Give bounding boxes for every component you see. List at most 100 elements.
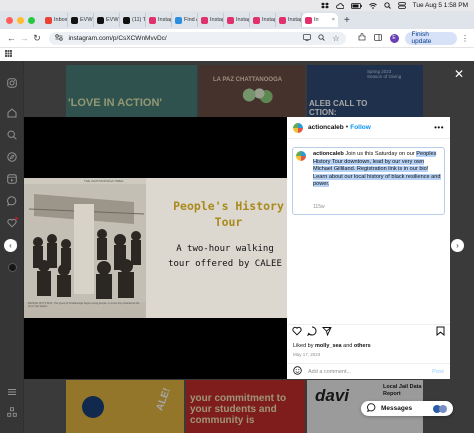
caption-plain-text: Join us this Saturday on our: [343, 151, 417, 157]
caption-author-avatar[interactable]: [296, 151, 306, 161]
browser-tab[interactable]: Find A: [172, 13, 198, 27]
browser-tab[interactable]: Instag: [276, 13, 302, 27]
cast-icon[interactable]: [303, 33, 312, 43]
x-icon: [123, 16, 130, 24]
tab-label: In: [314, 17, 319, 23]
finish-update-button[interactable]: Finish update: [404, 31, 458, 45]
browser-tab[interactable]: Instag: [250, 13, 276, 27]
close-window-button[interactable]: [6, 16, 13, 24]
bookmark-star-icon[interactable]: ☆: [332, 34, 339, 43]
share-icon[interactable]: [321, 326, 332, 338]
site-info-icon[interactable]: [55, 33, 64, 43]
next-post-button[interactable]: ›: [451, 239, 464, 252]
browser-tab[interactable]: Instag: [198, 13, 224, 27]
previous-post-button[interactable]: ‹: [4, 239, 17, 252]
browser-tab[interactable]: Instag: [146, 13, 172, 27]
browser-tab[interactable]: EVW: [68, 13, 94, 27]
forward-button[interactable]: →: [18, 32, 31, 45]
bookmarks-bar: [0, 48, 474, 61]
tab-label: (11) Tr: [132, 17, 146, 23]
comment-input[interactable]: Add a comment...: [308, 369, 351, 375]
message-avatars: [433, 404, 447, 413]
instagram-icon: [227, 16, 234, 24]
spotlight-search-icon[interactable]: [383, 2, 391, 9]
tab-label: Instag: [288, 17, 302, 23]
liked-prefix: Liked by: [293, 343, 316, 349]
save-bookmark-icon[interactable]: [436, 326, 445, 338]
zoom-window-button[interactable]: [28, 16, 35, 24]
browser-tab[interactable]: Instag: [224, 13, 250, 27]
caption-age: 115w: [313, 204, 325, 210]
emoji-icon[interactable]: [293, 366, 302, 377]
comment-composer: Add a comment... Post: [287, 363, 450, 379]
more-options-icon[interactable]: •••: [434, 123, 444, 132]
post-image: THE CHATTANOOGA TIMES PEOPLE ON TV BUS. …: [24, 178, 287, 318]
messenger-icon: [367, 403, 376, 414]
minimize-window-button[interactable]: [17, 16, 24, 24]
post-actions: [287, 324, 450, 338]
back-button[interactable]: ←: [5, 32, 18, 45]
extensions-icon[interactable]: [358, 33, 366, 43]
browser-tab[interactable]: Inbox: [42, 13, 68, 27]
close-tab-icon[interactable]: ×: [332, 17, 335, 23]
wifi-icon[interactable]: [368, 2, 377, 9]
side-panel-icon[interactable]: [373, 33, 382, 43]
macos-menu-bar: Tue Aug 5 1:58 PM: [0, 0, 474, 11]
tab-label: Instag: [210, 17, 224, 23]
newspaper-photo: THE CHATTANOOGA TIMES PEOPLE ON TV BUS. …: [24, 178, 146, 318]
tab-label: Instag: [262, 17, 276, 23]
menubar-clock[interactable]: Tue Aug 5 1:58 PM: [413, 2, 468, 9]
tab-label: EVW: [106, 17, 119, 23]
dropbox-icon[interactable]: [320, 2, 329, 9]
tab-label: Inbox: [54, 17, 68, 23]
liked-others-link[interactable]: others: [354, 343, 371, 349]
like-heart-icon[interactable]: [292, 326, 302, 338]
address-bar[interactable]: instagram.com/p/CsXCWnMvvDc/ ☆: [49, 31, 346, 45]
newspaper-photo-caption: PEOPLE ON TV BUS. This group of Chattano…: [28, 302, 140, 308]
browser-menu-icon[interactable]: ⋮: [461, 34, 469, 43]
new-tab-button[interactable]: +: [344, 15, 350, 26]
gmail-icon: [45, 16, 52, 24]
author-username[interactable]: actioncaleb: [308, 124, 344, 131]
instagram-icon: [279, 16, 286, 24]
tab-label: Find A: [184, 17, 197, 23]
x-icon: [97, 16, 104, 24]
messages-button[interactable]: Messages: [361, 401, 453, 416]
control-center-icon[interactable]: [397, 2, 406, 9]
browser-tab[interactable]: EVW: [94, 13, 120, 27]
post-date: May 17, 2023: [293, 352, 321, 357]
post-media[interactable]: THE CHATTANOOGA TIMES PEOPLE ON TV BUS. …: [24, 117, 287, 379]
separator-dot: •: [345, 124, 349, 131]
reload-button[interactable]: ↻: [31, 32, 44, 45]
bus-photo-image: [24, 184, 146, 302]
tab-label: Instag: [158, 17, 172, 23]
image-title: People's History Tour: [173, 199, 284, 229]
author-avatar[interactable]: [293, 122, 303, 133]
liked-user-link[interactable]: molly_sea: [315, 343, 342, 349]
close-modal-icon[interactable]: ✕: [453, 67, 465, 81]
instagram-icon: [305, 16, 312, 24]
comment-icon[interactable]: [306, 326, 317, 338]
apps-grid-icon[interactable]: [5, 50, 12, 59]
newspaper-header: THE CHATTANOOGA TIMES: [84, 179, 124, 183]
cloud-icon[interactable]: [335, 2, 344, 9]
browser-tab[interactable]: In ×: [302, 13, 338, 27]
messages-label: Messages: [381, 405, 413, 412]
follow-button[interactable]: Follow: [350, 124, 371, 131]
profile-avatar[interactable]: E: [389, 33, 399, 43]
caption-username[interactable]: actioncaleb: [313, 151, 344, 157]
post-details-panel: actioncaleb • Follow ••• actioncaleb Joi…: [287, 117, 450, 379]
instagram-page: 'LOVE IN ACTION' LA PAZ CHATTANOOGA Spri…: [0, 61, 474, 433]
globe-icon: [175, 16, 182, 24]
zoom-icon[interactable]: [318, 33, 326, 43]
x-icon: [71, 16, 78, 24]
caption-text: actioncaleb Join us this Saturday on our…: [313, 151, 441, 189]
browser-tab[interactable]: (11) Tr: [120, 13, 146, 27]
liked-mid: and: [341, 343, 354, 349]
battery-icon[interactable]: [350, 2, 362, 9]
url-text: instagram.com/p/CsXCWnMvvDc/: [68, 34, 167, 42]
image-subtitle: A two-hour walking tour offered by CALEE: [168, 244, 282, 269]
post-comment-button[interactable]: Post: [432, 369, 444, 375]
instagram-icon: [253, 16, 260, 24]
browser-tab-strip: Inbox EVW EVW (11) Tr Instag Find A Instag Inst…: [0, 11, 474, 29]
